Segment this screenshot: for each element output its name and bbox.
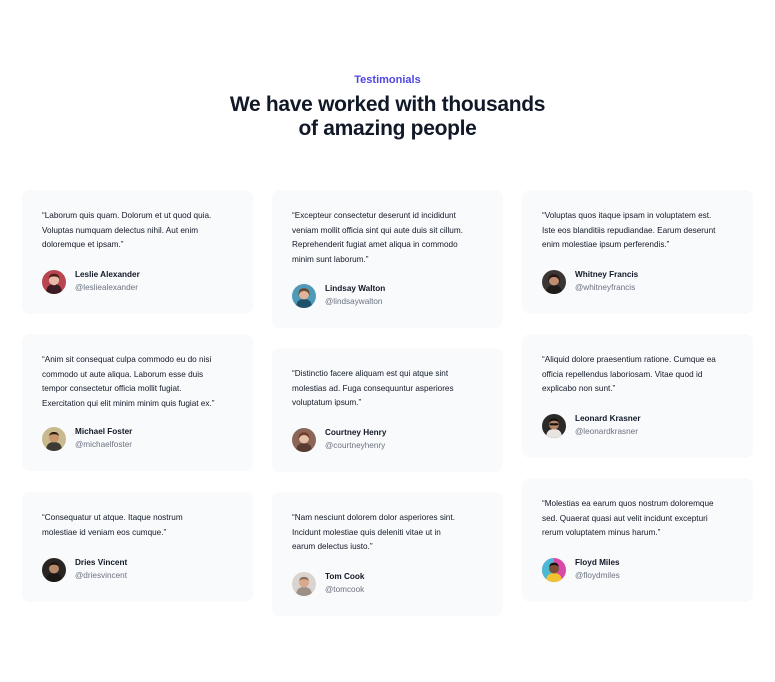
author-name: Leonard Krasner xyxy=(575,413,641,423)
author-name: Lindsay Walton xyxy=(325,283,386,293)
author-handle: @leonardkrasner xyxy=(575,426,638,436)
testimonial-card: “Anim sit consequat culpa commodo eu do … xyxy=(22,334,253,471)
author-handle: @whitneyfrancis xyxy=(575,282,636,292)
author-handle: @lindsaywalton xyxy=(325,296,383,306)
testimonial-quote: “Nam nesciunt dolorem dolor asperiores s… xyxy=(292,513,455,552)
testimonial-author: Courtney Henry @courtneyhenry xyxy=(292,427,386,452)
avatar xyxy=(42,426,66,451)
testimonial-quote: “Aliquid dolore praesentium ratione. Cum… xyxy=(542,355,716,394)
author-handle: @courtneyhenry xyxy=(325,440,386,450)
testimonial-card: “Molestias ea earum quos nostrum dolorem… xyxy=(522,478,753,602)
author-name: Tom Cook xyxy=(325,571,365,581)
avatar xyxy=(542,557,566,582)
avatar xyxy=(42,269,66,294)
avatar xyxy=(292,283,316,308)
testimonial-quote: “Molestias ea earum quos nostrum dolorem… xyxy=(542,499,714,538)
testimonial-author: Michael Foster @michaelfoster xyxy=(42,426,132,451)
testimonial-author: Leonard Krasner @leonardkrasner xyxy=(542,413,641,438)
testimonial-author: Floyd Miles @floydmiles xyxy=(542,557,620,582)
testimonial-quote: “Consequatur ut atque. Itaque nostrum mo… xyxy=(42,513,183,537)
testimonial-quote: “Distinctio facere aliquam est qui atque… xyxy=(292,369,454,408)
author-name: Courtney Henry xyxy=(325,427,387,437)
testimonial-quote: “Anim sit consequat culpa commodo eu do … xyxy=(42,355,215,408)
author-handle: @tomcook xyxy=(325,584,365,594)
testimonial-card: “Nam nesciunt dolorem dolor asperiores s… xyxy=(272,492,503,616)
avatar xyxy=(292,427,316,452)
author-name: Dries Vincent xyxy=(75,557,128,567)
testimonial-author: Dries Vincent @driesvincent xyxy=(42,557,127,582)
author-handle: @lesliealexander xyxy=(75,282,138,292)
heading-line-2: of amazing people xyxy=(298,117,477,140)
author-handle: @michaelfoster xyxy=(75,439,133,449)
author-name: Leslie Alexander xyxy=(75,269,140,279)
testimonials-heading: We have worked with thousands of amazing… xyxy=(0,93,775,141)
author-handle: @driesvincent xyxy=(75,570,127,580)
author-handle: @floydmiles xyxy=(575,570,620,580)
author-name: Michael Foster xyxy=(75,426,133,436)
author-name: Floyd Miles xyxy=(575,557,620,567)
testimonial-card: “Distinctio facere aliquam est qui atque… xyxy=(272,348,503,472)
testimonial-quote: “Excepteur consectetur deserunt id incid… xyxy=(292,211,463,264)
heading-line-1: We have worked with thousands xyxy=(229,93,546,116)
testimonial-quote: “Laborum quis quam. Dolorum et ut quod q… xyxy=(42,211,212,250)
testimonial-author: Whitney Francis @whitneyfrancis xyxy=(542,269,638,294)
avatar xyxy=(542,269,566,294)
testimonial-card: “Aliquid dolore praesentium ratione. Cum… xyxy=(522,334,753,458)
testimonials-eyebrow: Testimonials xyxy=(354,74,421,86)
testimonial-card: “Voluptas quos itaque ipsam in voluptate… xyxy=(522,190,753,314)
testimonial-quote: “Voluptas quos itaque ipsam in voluptate… xyxy=(542,211,716,250)
author-name: Whitney Francis xyxy=(575,269,639,279)
testimonial-author: Lindsay Walton @lindsaywalton xyxy=(292,283,385,308)
testimonial-card: “Excepteur consectetur deserunt id incid… xyxy=(272,190,503,328)
avatar xyxy=(42,557,66,582)
avatar xyxy=(542,413,566,438)
testimonial-author: Leslie Alexander @lesliealexander xyxy=(42,269,140,294)
testimonial-card: “Consequatur ut atque. Itaque nostrum mo… xyxy=(22,492,253,602)
testimonial-author: Tom Cook @tomcook xyxy=(292,571,364,596)
testimonial-card: “Laborum quis quam. Dolorum et ut quod q… xyxy=(22,190,253,314)
avatar xyxy=(292,571,316,596)
